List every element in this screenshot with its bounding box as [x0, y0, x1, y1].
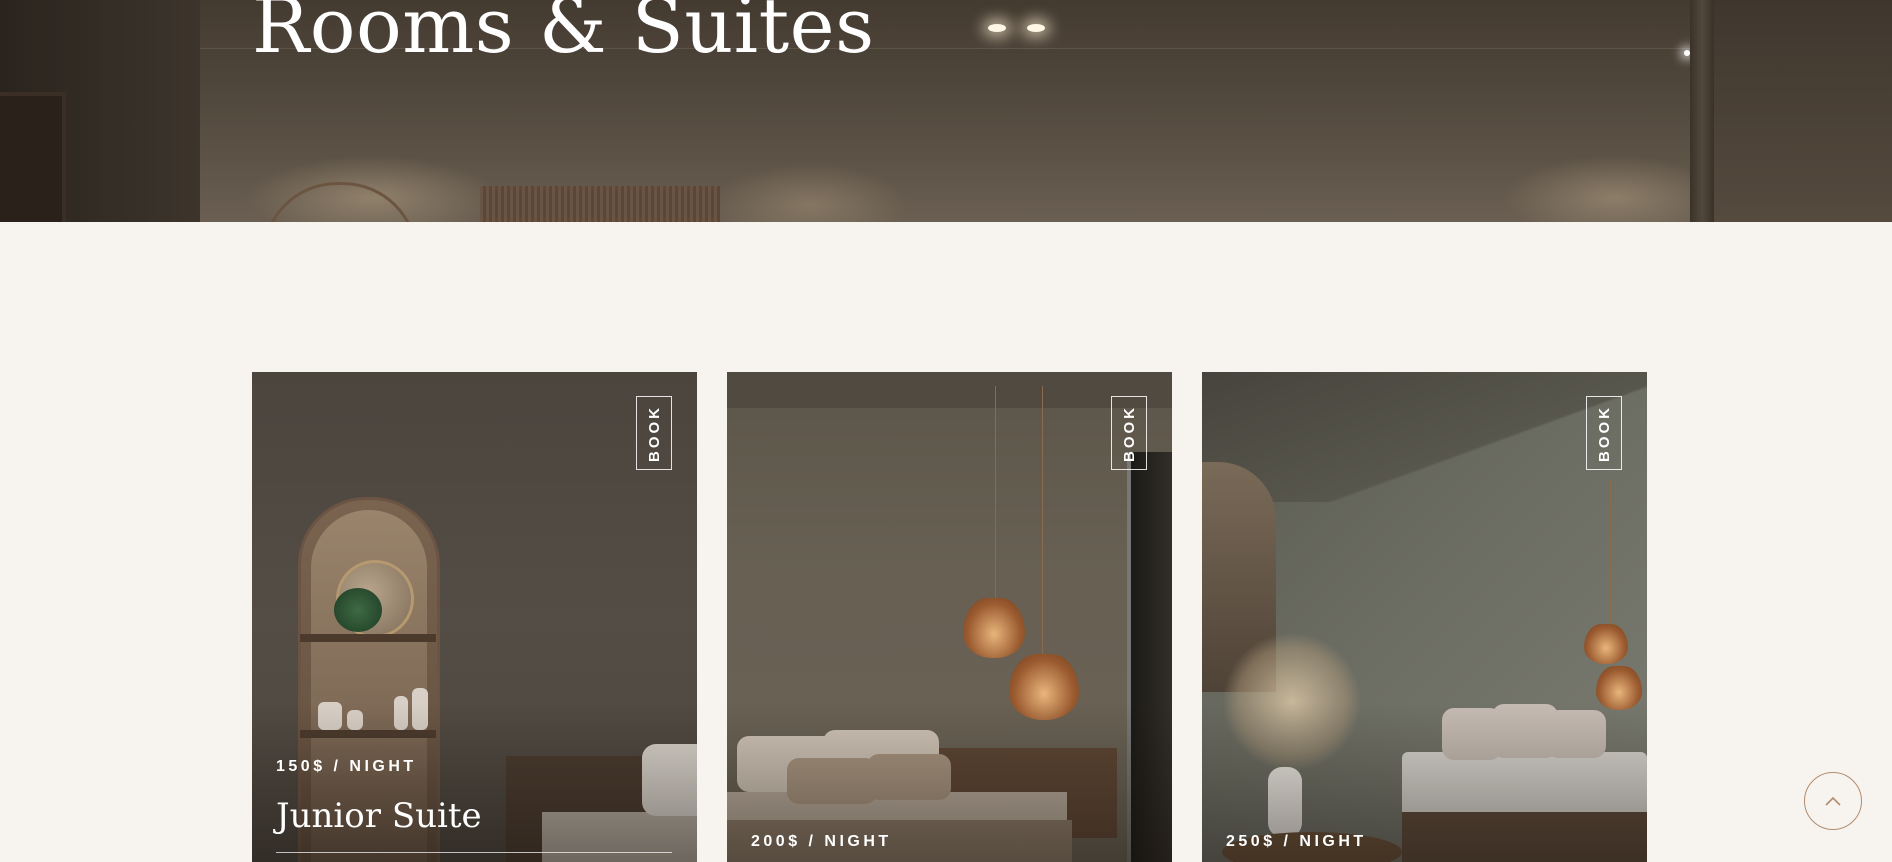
hero-photo-spotlight: [988, 24, 1006, 32]
chevron-up-icon: [1825, 796, 1841, 806]
room-photo-pendant-lamp: [963, 598, 1025, 658]
room-price: 150$ / NIGHT: [276, 758, 417, 775]
scroll-to-top-button[interactable]: [1804, 772, 1862, 830]
room-card[interactable]: BOOK 200$ / NIGHT: [727, 372, 1172, 862]
room-name[interactable]: Junior Suite: [276, 796, 482, 836]
hero-photo-headboard: [480, 186, 720, 222]
room-photo-sloped-ceiling: [1202, 372, 1647, 502]
page-title: Rooms & Suites: [252, 0, 875, 70]
book-button-label: BOOK: [1120, 404, 1138, 462]
hero-photo-door: [0, 92, 66, 222]
hero-photo-arch: [262, 182, 418, 222]
hero-banner: Rooms & Suites: [0, 0, 1892, 222]
room-card[interactable]: BOOK 250$ / NIGHT: [1202, 372, 1647, 862]
book-button[interactable]: BOOK: [1586, 396, 1622, 470]
room-photo-plant: [334, 588, 382, 632]
hero-photo-wall-right: [1714, 0, 1892, 222]
room-card-junior-suite[interactable]: BOOK 150$ / NIGHT Junior Suite: [252, 372, 697, 862]
book-button[interactable]: BOOK: [636, 396, 672, 470]
room-price: 200$ / NIGHT: [751, 833, 892, 850]
book-button-label: BOOK: [1595, 404, 1613, 462]
book-button-label: BOOK: [645, 404, 663, 462]
room-photo-shelf: [300, 634, 436, 642]
hero-photo-spotlight: [1027, 24, 1045, 32]
room-card-divider: [276, 852, 672, 853]
room-price: 250$ / NIGHT: [1226, 833, 1367, 850]
book-button[interactable]: BOOK: [1111, 396, 1147, 470]
room-photo-ceiling: [727, 372, 1172, 408]
room-photo-pendant-lamp: [1584, 624, 1628, 664]
hero-photo-pillar: [1690, 0, 1714, 222]
